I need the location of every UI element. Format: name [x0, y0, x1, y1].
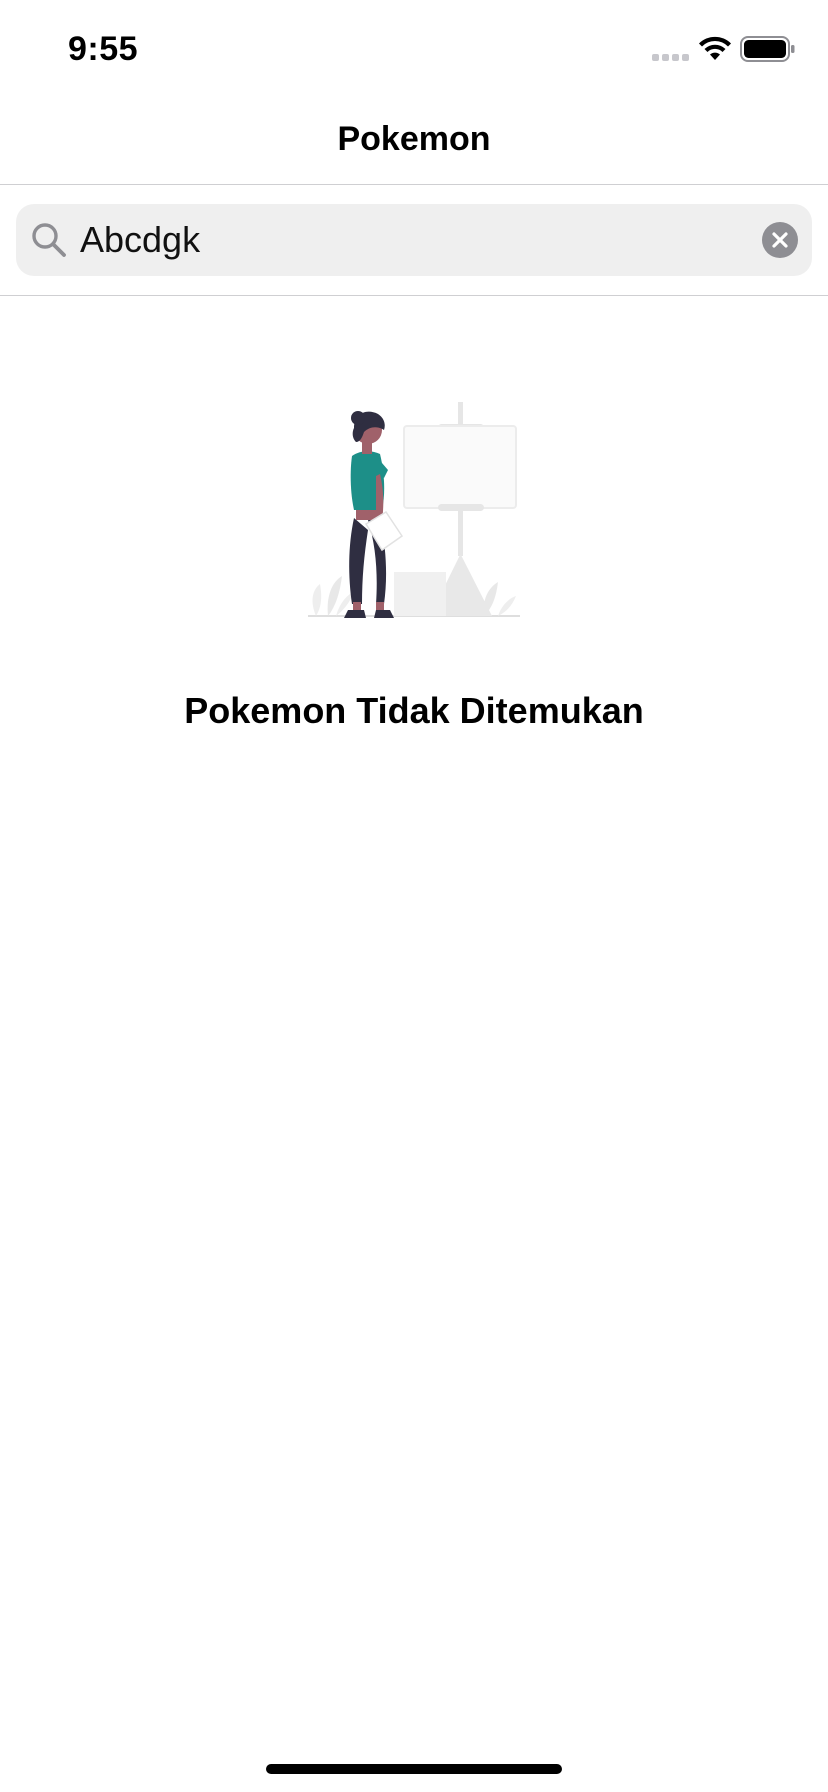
navigation-bar: Pokemon: [0, 96, 828, 185]
empty-state-message: Pokemon Tidak Ditemukan: [184, 690, 644, 731]
status-time: 9:55: [68, 30, 139, 68]
page-title: Pokemon: [337, 120, 491, 158]
app-screen: 9:55 Pokemon Abcdgk Pokemon Tidak Ditemu…: [0, 0, 828, 1792]
clear-search-button[interactable]: [762, 222, 798, 258]
cellular-signal-icon: [652, 54, 689, 61]
home-indicator[interactable]: [266, 1764, 562, 1774]
search-field[interactable]: [16, 204, 812, 276]
person-with-easel-illustration: [308, 402, 520, 618]
clear-circle-icon: [772, 232, 788, 248]
battery-icon: [740, 36, 795, 62]
search-icon: [32, 223, 66, 257]
wifi-icon: [699, 36, 731, 60]
search-bar: [0, 185, 828, 296]
search-input[interactable]: [80, 204, 760, 276]
status-bar: 9:55: [0, 0, 828, 96]
